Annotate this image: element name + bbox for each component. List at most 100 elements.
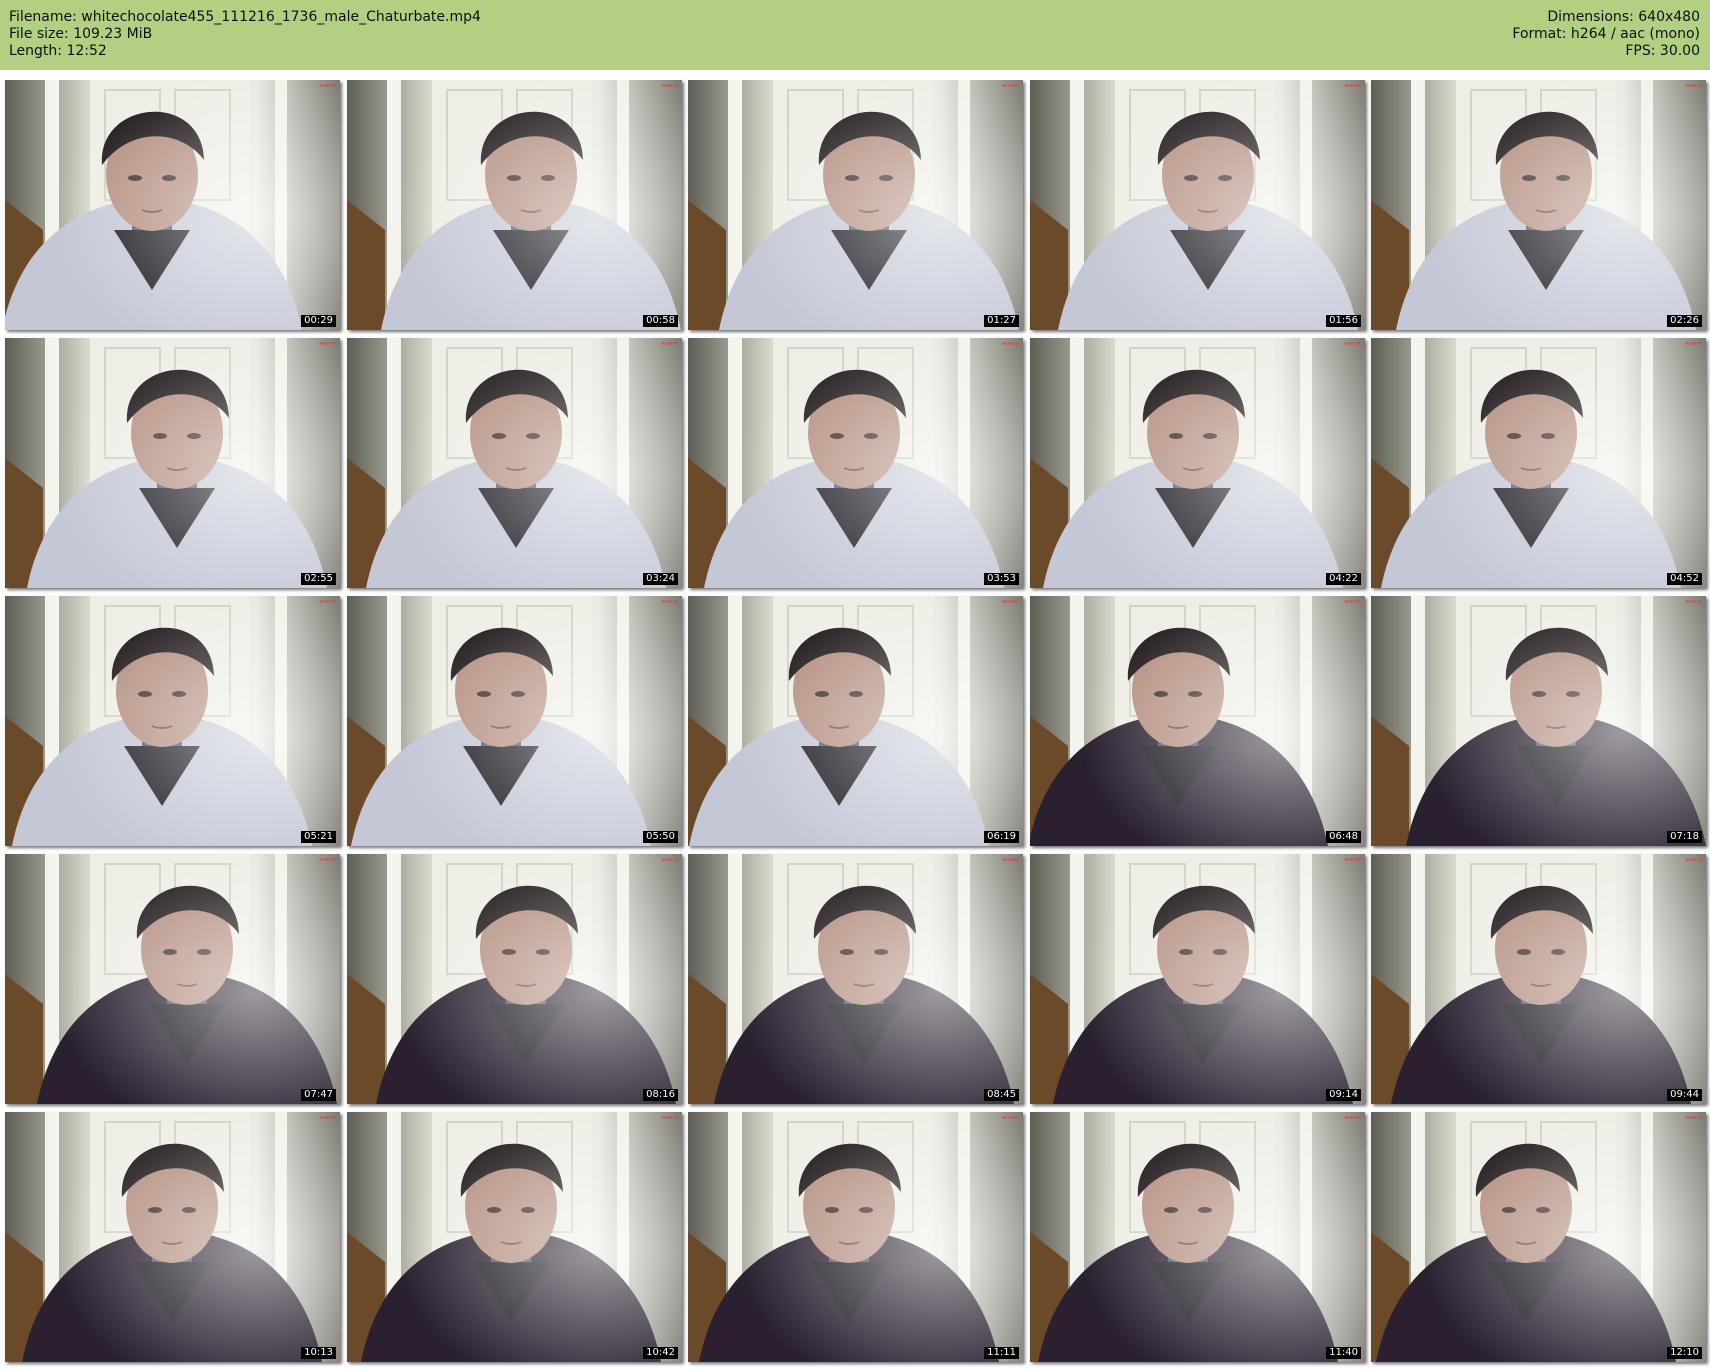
timestamp-label: 00:58 [643, 315, 678, 327]
webcam-frame-image [1371, 854, 1706, 1104]
watermark-logo: ▬▬▬ [1684, 340, 1702, 347]
video-thumbnail: ▬▬▬ 04:22 [1030, 338, 1365, 588]
fps-text: FPS: 30.00 [1625, 43, 1700, 59]
video-thumbnail: ▬▬▬ 03:53 [688, 338, 1023, 588]
video-thumbnail: ▬▬▬ 09:14 [1030, 854, 1365, 1104]
timestamp-label: 11:40 [1326, 1347, 1361, 1359]
video-thumbnail: ▬▬▬ 03:24 [347, 338, 682, 588]
webcam-frame-image [347, 338, 682, 588]
timestamp-label: 09:14 [1326, 1089, 1361, 1101]
video-thumbnail: ▬▬▬ 05:21 [5, 596, 340, 846]
webcam-frame-image [347, 854, 682, 1104]
video-thumbnail: ▬▬▬ 02:55 [5, 338, 340, 588]
webcam-frame-image [1371, 1112, 1706, 1362]
webcam-frame-image [347, 80, 682, 330]
webcam-frame-image [1371, 338, 1706, 588]
webcam-frame-image [5, 1112, 340, 1362]
timestamp-label: 03:24 [643, 573, 678, 585]
timestamp-label: 11:11 [984, 1347, 1019, 1359]
watermark-logo: ▬▬▬ [660, 340, 678, 347]
webcam-frame-image [1030, 338, 1365, 588]
timestamp-label: 09:44 [1667, 1089, 1702, 1101]
timestamp-label: 12:10 [1667, 1347, 1702, 1359]
webcam-frame-image [688, 596, 1023, 846]
webcam-frame-image [5, 596, 340, 846]
webcam-frame-image [347, 596, 682, 846]
timestamp-label: 02:55 [301, 573, 336, 585]
timestamp-label: 01:56 [1326, 315, 1361, 327]
video-thumbnail: ▬▬▬ 10:13 [5, 1112, 340, 1362]
watermark-logo: ▬▬▬ [660, 856, 678, 863]
video-thumbnail: ▬▬▬ 12:10 [1371, 1112, 1706, 1362]
video-thumbnail: ▬▬▬ 00:29 [5, 80, 340, 330]
watermark-logo: ▬▬▬ [1001, 598, 1019, 605]
watermark-logo: ▬▬▬ [318, 1114, 336, 1121]
timestamp-label: 06:19 [984, 831, 1019, 843]
webcam-frame-image [347, 1112, 682, 1362]
watermark-logo: ▬▬▬ [1684, 82, 1702, 89]
webcam-frame-image [688, 338, 1023, 588]
webcam-frame-image [688, 80, 1023, 330]
webcam-frame-image [1371, 80, 1706, 330]
dimensions-text: Dimensions: 640x480 [1547, 9, 1700, 25]
timestamp-label: 08:16 [643, 1089, 678, 1101]
video-thumbnail: ▬▬▬ 06:19 [688, 596, 1023, 846]
watermark-logo: ▬▬▬ [1343, 598, 1361, 605]
thumbnail-grid: ▬▬▬ 00:29 ▬▬▬ 00:58 ▬▬▬ 01:27 ▬▬▬ 01:56 ▬▬▬ 02:26… [5, 80, 1706, 1365]
video-thumbnail: ▬▬▬ 11:40 [1030, 1112, 1365, 1362]
timestamp-label: 07:47 [301, 1089, 336, 1101]
webcam-frame-image [5, 338, 340, 588]
watermark-logo: ▬▬▬ [1343, 1114, 1361, 1121]
watermark-logo: ▬▬▬ [1684, 1114, 1702, 1121]
webcam-frame-image [1371, 596, 1706, 846]
timestamp-label: 08:45 [984, 1089, 1019, 1101]
watermark-logo: ▬▬▬ [318, 856, 336, 863]
watermark-logo: ▬▬▬ [1343, 82, 1361, 89]
video-thumbnail: ▬▬▬ 05:50 [347, 596, 682, 846]
watermark-logo: ▬▬▬ [1001, 1114, 1019, 1121]
timestamp-label: 10:13 [301, 1347, 336, 1359]
watermark-logo: ▬▬▬ [660, 82, 678, 89]
video-thumbnail: ▬▬▬ 02:26 [1371, 80, 1706, 330]
timestamp-label: 05:50 [643, 831, 678, 843]
timestamp-label: 03:53 [984, 573, 1019, 585]
video-thumbnail: ▬▬▬ 10:42 [347, 1112, 682, 1362]
webcam-frame-image [688, 1112, 1023, 1362]
watermark-logo: ▬▬▬ [318, 598, 336, 605]
video-thumbnail: ▬▬▬ 00:58 [347, 80, 682, 330]
timestamp-label: 04:22 [1326, 573, 1361, 585]
filesize-text: File size: 109.23 MiB [9, 26, 153, 42]
video-info-header: Filename: whitechocolate455_111216_1736_… [0, 0, 1710, 70]
video-info-right: Dimensions: 640x480 Format: h264 / aac (… [1512, 9, 1700, 60]
webcam-frame-image [1030, 854, 1365, 1104]
watermark-logo: ▬▬▬ [318, 340, 336, 347]
watermark-logo: ▬▬▬ [1001, 340, 1019, 347]
webcam-frame-image [688, 854, 1023, 1104]
webcam-frame-image [1030, 80, 1365, 330]
timestamp-label: 00:29 [301, 315, 336, 327]
watermark-logo: ▬▬▬ [1684, 598, 1702, 605]
video-thumbnail: ▬▬▬ 08:16 [347, 854, 682, 1104]
watermark-logo: ▬▬▬ [318, 82, 336, 89]
watermark-logo: ▬▬▬ [660, 598, 678, 605]
timestamp-label: 10:42 [643, 1347, 678, 1359]
watermark-logo: ▬▬▬ [660, 1114, 678, 1121]
video-thumbnail: ▬▬▬ 08:45 [688, 854, 1023, 1104]
length-text: Length: 12:52 [9, 43, 107, 59]
webcam-frame-image [5, 80, 340, 330]
timestamp-label: 01:27 [984, 315, 1019, 327]
timestamp-label: 04:52 [1667, 573, 1702, 585]
timestamp-label: 06:48 [1326, 831, 1361, 843]
webcam-frame-image [5, 854, 340, 1104]
video-thumbnail: ▬▬▬ 07:18 [1371, 596, 1706, 846]
video-thumbnail: ▬▬▬ 06:48 [1030, 596, 1365, 846]
timestamp-label: 07:18 [1667, 831, 1702, 843]
watermark-logo: ▬▬▬ [1001, 82, 1019, 89]
watermark-logo: ▬▬▬ [1684, 856, 1702, 863]
video-info-left: Filename: whitechocolate455_111216_1736_… [9, 9, 481, 60]
timestamp-label: 02:26 [1667, 315, 1702, 327]
video-thumbnail: ▬▬▬ 01:56 [1030, 80, 1365, 330]
watermark-logo: ▬▬▬ [1343, 856, 1361, 863]
webcam-frame-image [1030, 1112, 1365, 1362]
format-text: Format: h264 / aac (mono) [1512, 26, 1700, 42]
